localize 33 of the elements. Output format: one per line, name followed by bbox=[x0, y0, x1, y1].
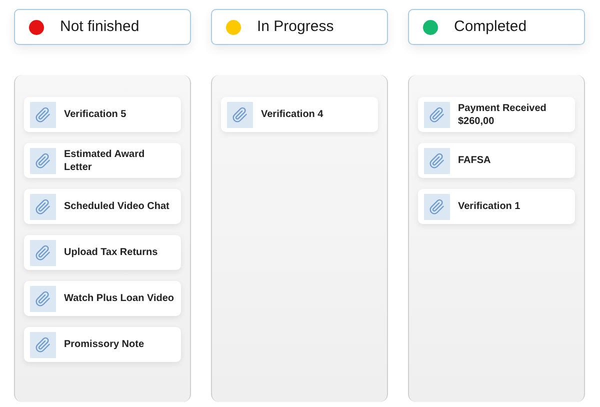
paperclip-icon bbox=[429, 152, 445, 168]
paperclip-icon bbox=[35, 198, 51, 214]
paperclip-icon bbox=[232, 106, 248, 122]
task-card[interactable]: Watch Plus Loan Video bbox=[24, 281, 181, 316]
task-title: Scheduled Video Chat bbox=[64, 200, 170, 213]
task-card[interactable]: Verification 4 bbox=[221, 97, 378, 132]
task-card[interactable]: Estimated Award Letter bbox=[24, 143, 181, 178]
status-label: Completed bbox=[454, 16, 527, 37]
task-card[interactable]: FAFSA bbox=[418, 143, 575, 178]
task-title: Watch Plus Loan Video bbox=[64, 292, 174, 305]
task-title: Payment Received $260,00 bbox=[458, 102, 546, 128]
paperclip-icon bbox=[35, 152, 51, 168]
task-title: FAFSA bbox=[458, 154, 491, 167]
paperclip-icon bbox=[429, 106, 445, 122]
paperclip-icon bbox=[35, 244, 51, 260]
task-title: Promissory Note bbox=[64, 338, 144, 351]
task-title: Upload Tax Returns bbox=[64, 246, 158, 259]
status-label: In Progress bbox=[257, 16, 334, 37]
paperclip-icon bbox=[35, 336, 51, 352]
paperclip-icon bbox=[35, 290, 51, 306]
task-card[interactable]: Payment Received $260,00 bbox=[418, 97, 575, 132]
task-title: Estimated Award Letter bbox=[64, 148, 146, 174]
paperclip-icon bbox=[429, 198, 445, 214]
task-card[interactable]: Verification 1 bbox=[418, 189, 575, 224]
task-card[interactable]: Promissory Note bbox=[24, 327, 181, 362]
task-card[interactable]: Upload Tax Returns bbox=[24, 235, 181, 270]
task-title: Verification 1 bbox=[458, 200, 520, 213]
task-title: Verification 4 bbox=[261, 108, 324, 121]
status-label: Not finished bbox=[60, 16, 140, 37]
task-card[interactable]: Scheduled Video Chat bbox=[24, 189, 181, 224]
task-card[interactable]: Verification 5 bbox=[24, 97, 181, 132]
task-title: Verification 5 bbox=[64, 108, 126, 121]
paperclip-icon bbox=[35, 106, 51, 122]
